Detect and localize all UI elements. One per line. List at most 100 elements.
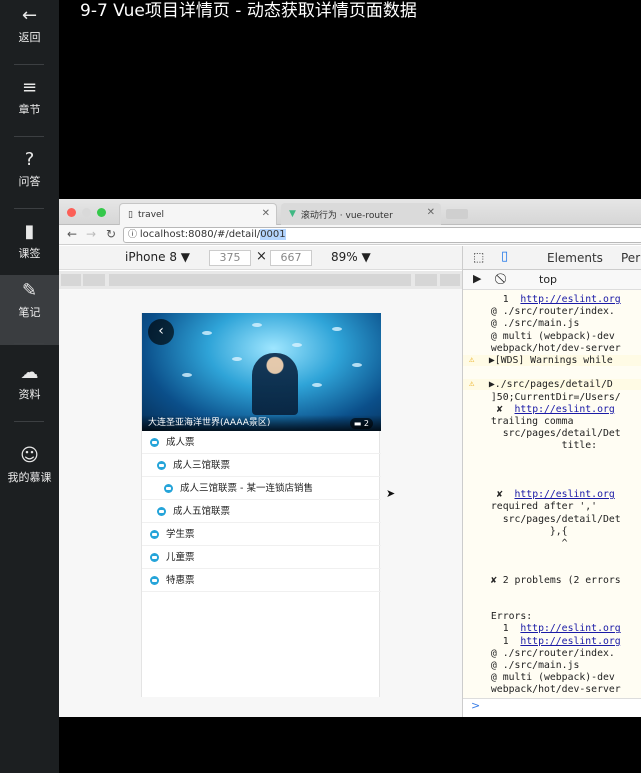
back-arrow-icon[interactable]: ← <box>67 227 77 241</box>
sidebar-divider <box>14 208 44 209</box>
sidebar-item-label: 资料 <box>18 388 41 401</box>
console-text: },{ <box>485 525 568 537</box>
sidebar-toggle-icon[interactable]: ▶ <box>473 272 481 285</box>
console-line: ^ <box>485 538 568 549</box>
back-button[interactable]: ‹ <box>148 319 174 345</box>
device-toggle-icon[interactable]: ▯ <box>501 249 508 264</box>
browser-tab-bar: ▯ travel ✕ ▼ 滚动行为 · vue-router ✕ <box>59 199 641 225</box>
url-input[interactable]: ⓘ localhost:8080/#/detail/0001 <box>123 227 641 243</box>
cloud-download-icon: ☁ <box>20 361 39 383</box>
console-line: @ ./src/router/index. <box>485 306 615 317</box>
fish-decor <box>202 331 212 335</box>
ticket-item[interactable]: 成人三馆联票 <box>142 454 381 477</box>
banner-image[interactable]: ‹ 大连圣亚海洋世界(AAAA景区) ▬ 2 <box>142 313 381 431</box>
ticket-icon <box>164 484 173 493</box>
console-text: 1 <box>485 623 521 635</box>
ticket-icon <box>157 507 166 516</box>
fish-decor <box>182 373 192 377</box>
console-text: ^ <box>485 538 568 549</box>
bookmark-icon: ▮ <box>24 220 35 242</box>
ruler-segment[interactable] <box>109 274 411 286</box>
maximize-window-button[interactable] <box>97 208 106 217</box>
ticket-item[interactable]: 学生票 <box>142 523 381 546</box>
image-count-badge[interactable]: ▬ 2 <box>349 418 373 429</box>
ticket-label: 成人三馆联票 <box>173 460 231 471</box>
sidebar-divider <box>14 136 44 137</box>
tab-travel[interactable]: ▯ travel ✕ <box>119 203 277 225</box>
sidebar-divider <box>14 64 44 65</box>
menu-icon: ≡ <box>21 76 38 98</box>
sidebar: ← 返回 ≡ 章节? 问答 ▮ 课签 ✎ 笔记 ☁ 资料 ☺ 我的慕课 <box>0 0 59 773</box>
ticket-label: 成人五馆联票 <box>173 506 231 517</box>
ticket-item[interactable]: 儿童票 <box>142 546 381 569</box>
console-toolbar: ▶ ⃠ top <box>463 270 641 290</box>
device-select[interactable]: iPhone 8 ▼ <box>125 250 190 264</box>
sidebar-item-label: 章节 <box>18 103 41 116</box>
console-line: @ multi (webpack)-dev <box>485 331 615 342</box>
ticket-icon <box>157 461 166 470</box>
sidebar-item-7[interactable]: ☺ 我的慕课 <box>0 440 59 510</box>
tab-vue-router[interactable]: ▼ 滚动行为 · vue-router ✕ <box>281 203 441 225</box>
ruler-segment[interactable] <box>440 274 460 286</box>
console-text: webpack/hot/dev-server <box>485 342 621 354</box>
console-line: webpack/hot/dev-server <box>485 684 621 695</box>
console-prompt[interactable]: > <box>463 698 641 717</box>
zoom-select[interactable]: 89% ▼ <box>331 250 371 264</box>
sidebar-item-5[interactable]: ✎ 笔记 <box>0 275 59 345</box>
reload-icon[interactable]: ↻ <box>106 227 116 241</box>
sidebar-item-1[interactable]: ← 返回 <box>0 0 59 70</box>
tab-elements[interactable]: Elements <box>547 251 603 265</box>
console-link[interactable]: http://eslint.org <box>520 636 620 647</box>
ticket-item[interactable]: 成人三馆联票 - 某一连锁店销售 <box>142 477 381 500</box>
ticket-item[interactable]: 成人票 <box>142 431 381 454</box>
ruler-segment[interactable] <box>415 274 437 286</box>
close-window-button[interactable] <box>67 208 76 217</box>
forward-arrow-icon[interactable]: → <box>86 227 96 241</box>
ticket-item[interactable]: 成人五馆联票 <box>142 500 381 523</box>
inspect-icon[interactable]: ⬚ <box>473 250 484 264</box>
console-line: ]50;CurrentDir=/Users/ <box>485 392 621 403</box>
page-icon: ▯ <box>128 209 133 220</box>
ticket-label: 学生票 <box>166 529 195 540</box>
mouse-cursor: ➤ <box>386 487 396 500</box>
ruler-segment[interactable] <box>61 274 81 286</box>
console-link[interactable]: http://eslint.org <box>515 489 615 500</box>
console-line: 1 http://eslint.org <box>485 636 621 647</box>
console-line: Errors: <box>485 611 532 622</box>
course-title: 9-7 Vue项目详情页 - 动态获取详情页面数据 <box>80 1 417 21</box>
viewport-area: ‹ 大连圣亚海洋世界(AAAA景区) ▬ 2 成人票成人三馆联票成人三馆联票 -… <box>59 289 462 717</box>
minimize-window-button[interactable] <box>82 208 91 217</box>
console-text: 1 <box>485 635 521 647</box>
console-output: 1 http://eslint.org @ ./src/router/index… <box>463 292 641 698</box>
console-link[interactable]: http://eslint.org <box>520 294 620 305</box>
tab-performance[interactable]: Per <box>621 251 640 265</box>
console-link[interactable]: http://eslint.org <box>515 404 615 415</box>
ticket-icon <box>150 553 159 562</box>
console-text: @ ./src/router/index. <box>485 306 615 318</box>
width-field[interactable]: 375 <box>209 250 251 266</box>
sidebar-item-label: 问答 <box>18 175 41 188</box>
sidebar-item-6[interactable]: ☁ 资料 <box>0 357 59 427</box>
console-line: src/pages/detail/Det <box>485 428 621 439</box>
close-tab-icon[interactable]: ✕ <box>262 208 270 219</box>
tab-title: 滚动行为 · vue-router <box>300 210 393 221</box>
console-text: ]50;CurrentDir=/Users/ <box>485 391 621 403</box>
new-tab-button[interactable] <box>446 209 468 219</box>
close-tab-icon[interactable]: ✕ <box>427 207 435 218</box>
context-select[interactable]: top <box>539 273 557 286</box>
banner-title: 大连圣亚海洋世界(AAAA景区) <box>142 415 381 431</box>
sidebar-item-3[interactable]: ? 问答 <box>0 144 59 214</box>
console-text: @ ./src/main.js <box>485 660 580 671</box>
devtools-panel: ⬚ ▯ Elements Per ▶ ⃠ top 1 http://eslint… <box>462 246 641 717</box>
console-line: ▶./src/pages/detail/D ⚠ <box>463 379 641 391</box>
tab-title: travel <box>137 209 165 220</box>
fish-decor <box>292 343 302 347</box>
height-field[interactable]: 667 <box>270 250 312 266</box>
sidebar-item-2[interactable]: ≡ 章节 <box>0 72 59 142</box>
ticket-item[interactable]: 特惠票 <box>142 569 381 592</box>
console-text: @ ./src/main.js <box>485 318 580 330</box>
ticket-label: 儿童票 <box>166 552 195 563</box>
console-link[interactable]: http://eslint.org <box>520 623 620 634</box>
ruler-segment[interactable] <box>83 274 105 286</box>
vue-logo-icon: ▼ <box>289 209 296 219</box>
